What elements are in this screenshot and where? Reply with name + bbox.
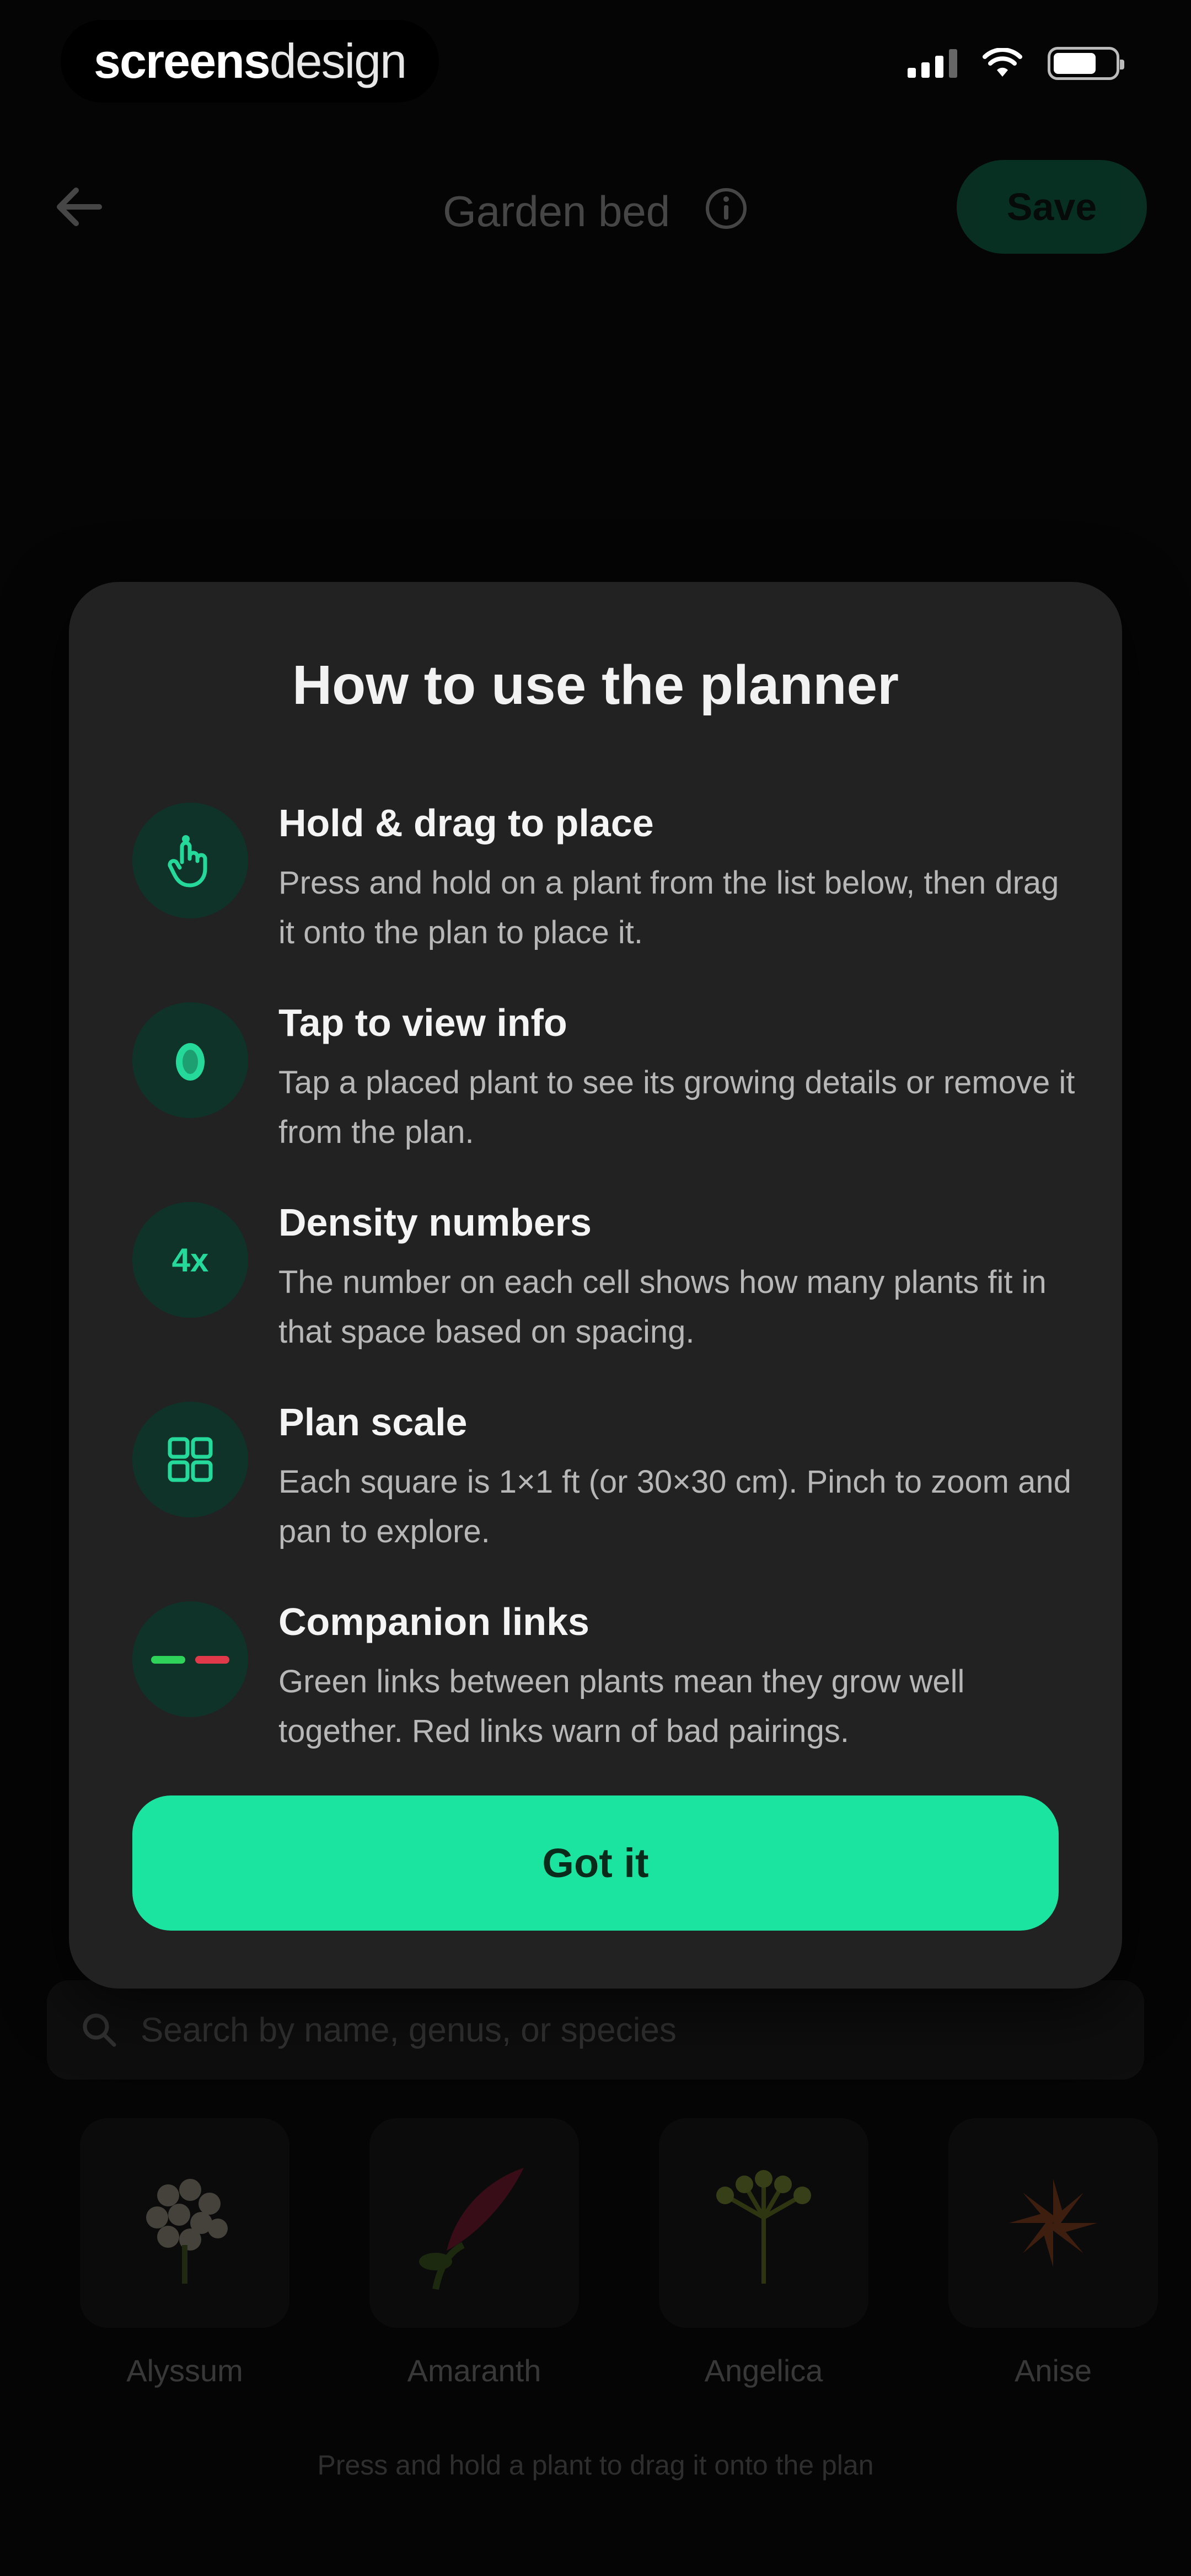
density-icon: 4x bbox=[132, 1202, 248, 1318]
plant-tile-angelica[interactable]: Angelica bbox=[659, 2118, 868, 2388]
alyssum-image bbox=[80, 2118, 289, 2328]
angelica-image bbox=[659, 2118, 868, 2328]
top-nav: Garden bed Save bbox=[0, 138, 1191, 276]
status-icons bbox=[908, 47, 1124, 80]
brand-light: design bbox=[269, 34, 407, 88]
tip-heading: Tap to view info bbox=[278, 1001, 567, 1044]
hand-drag-icon bbox=[132, 803, 248, 918]
plant-name: Alyssum bbox=[126, 2353, 243, 2388]
plant-name: Angelica bbox=[704, 2353, 823, 2388]
tip-heading: Plan scale bbox=[278, 1401, 468, 1444]
tip-body: Each square is 1×1 ft (or 30×30 cm). Pin… bbox=[278, 1464, 1071, 1549]
amaranth-image bbox=[369, 2118, 579, 2328]
brand-bold: screens bbox=[94, 34, 271, 88]
tap-icon bbox=[132, 1002, 248, 1118]
anise-image bbox=[948, 2118, 1158, 2328]
search-icon bbox=[83, 2013, 116, 2047]
tip-hold-drag: Hold & drag to place Press and hold on a… bbox=[132, 769, 1070, 969]
companion-links-icon bbox=[132, 1601, 248, 1717]
plant-name: Amaranth bbox=[407, 2353, 541, 2388]
page-title-text: Garden bed bbox=[443, 187, 670, 236]
tip-density: 4x Density numbers The number on each ce… bbox=[132, 1169, 1070, 1369]
plant-tile-amaranth[interactable]: Amaranth bbox=[369, 2118, 579, 2388]
planner-screen: screens design Garden bed Save Search by… bbox=[0, 0, 1191, 2576]
tip-heading: Hold & drag to place bbox=[278, 801, 654, 845]
planner-help-dialog: How to use the planner Hold & drag to pl… bbox=[69, 582, 1122, 1989]
plant-tile-alyssum[interactable]: Alyssum bbox=[80, 2118, 289, 2388]
plant-tile-anise[interactable]: Anise bbox=[948, 2118, 1158, 2388]
grid-icon bbox=[132, 1402, 248, 1517]
cellular-signal-icon bbox=[908, 49, 957, 78]
brand-logo: screens design bbox=[61, 20, 439, 103]
plant-name: Anise bbox=[1014, 2353, 1092, 2388]
tip-tap-info: Tap to view info Tap a placed plant to s… bbox=[132, 969, 1075, 1169]
tip-body: Tap a placed plant to see its growing de… bbox=[278, 1065, 1075, 1150]
status-bar: screens design bbox=[0, 0, 1191, 110]
battery-icon bbox=[1048, 47, 1124, 80]
tip-plan-scale: Plan scale Each square is 1×1 ft (or 30×… bbox=[132, 1369, 1071, 1568]
plant-list: Alyssum Amaranth Angelica Anise bbox=[80, 2118, 1191, 2388]
wifi-icon bbox=[983, 48, 1022, 77]
drag-hint-text: Press and hold a plant to drag it onto t… bbox=[317, 2450, 874, 2481]
got-it-button[interactable]: Got it bbox=[132, 1795, 1059, 1931]
info-icon[interactable] bbox=[704, 186, 748, 241]
search-placeholder: Search by name, genus, or species bbox=[141, 2011, 677, 2049]
tip-body: Green links between plants mean they gro… bbox=[278, 1664, 965, 1749]
search-input[interactable]: Search by name, genus, or species bbox=[47, 1980, 1144, 2080]
tip-heading: Companion links bbox=[278, 1600, 589, 1643]
save-button[interactable]: Save bbox=[957, 160, 1147, 254]
density-badge: 4x bbox=[171, 1241, 209, 1279]
tip-companion-links: Companion links Green links between plan… bbox=[132, 1568, 1070, 1768]
tip-body: Press and hold on a plant from the list … bbox=[278, 865, 1059, 950]
tip-body: The number on each cell shows how many p… bbox=[278, 1264, 1047, 1350]
tip-heading: Density numbers bbox=[278, 1201, 592, 1244]
tips-list: Hold & drag to place Press and hold on a… bbox=[132, 769, 1075, 1768]
dialog-title: How to use the planner bbox=[292, 654, 899, 716]
